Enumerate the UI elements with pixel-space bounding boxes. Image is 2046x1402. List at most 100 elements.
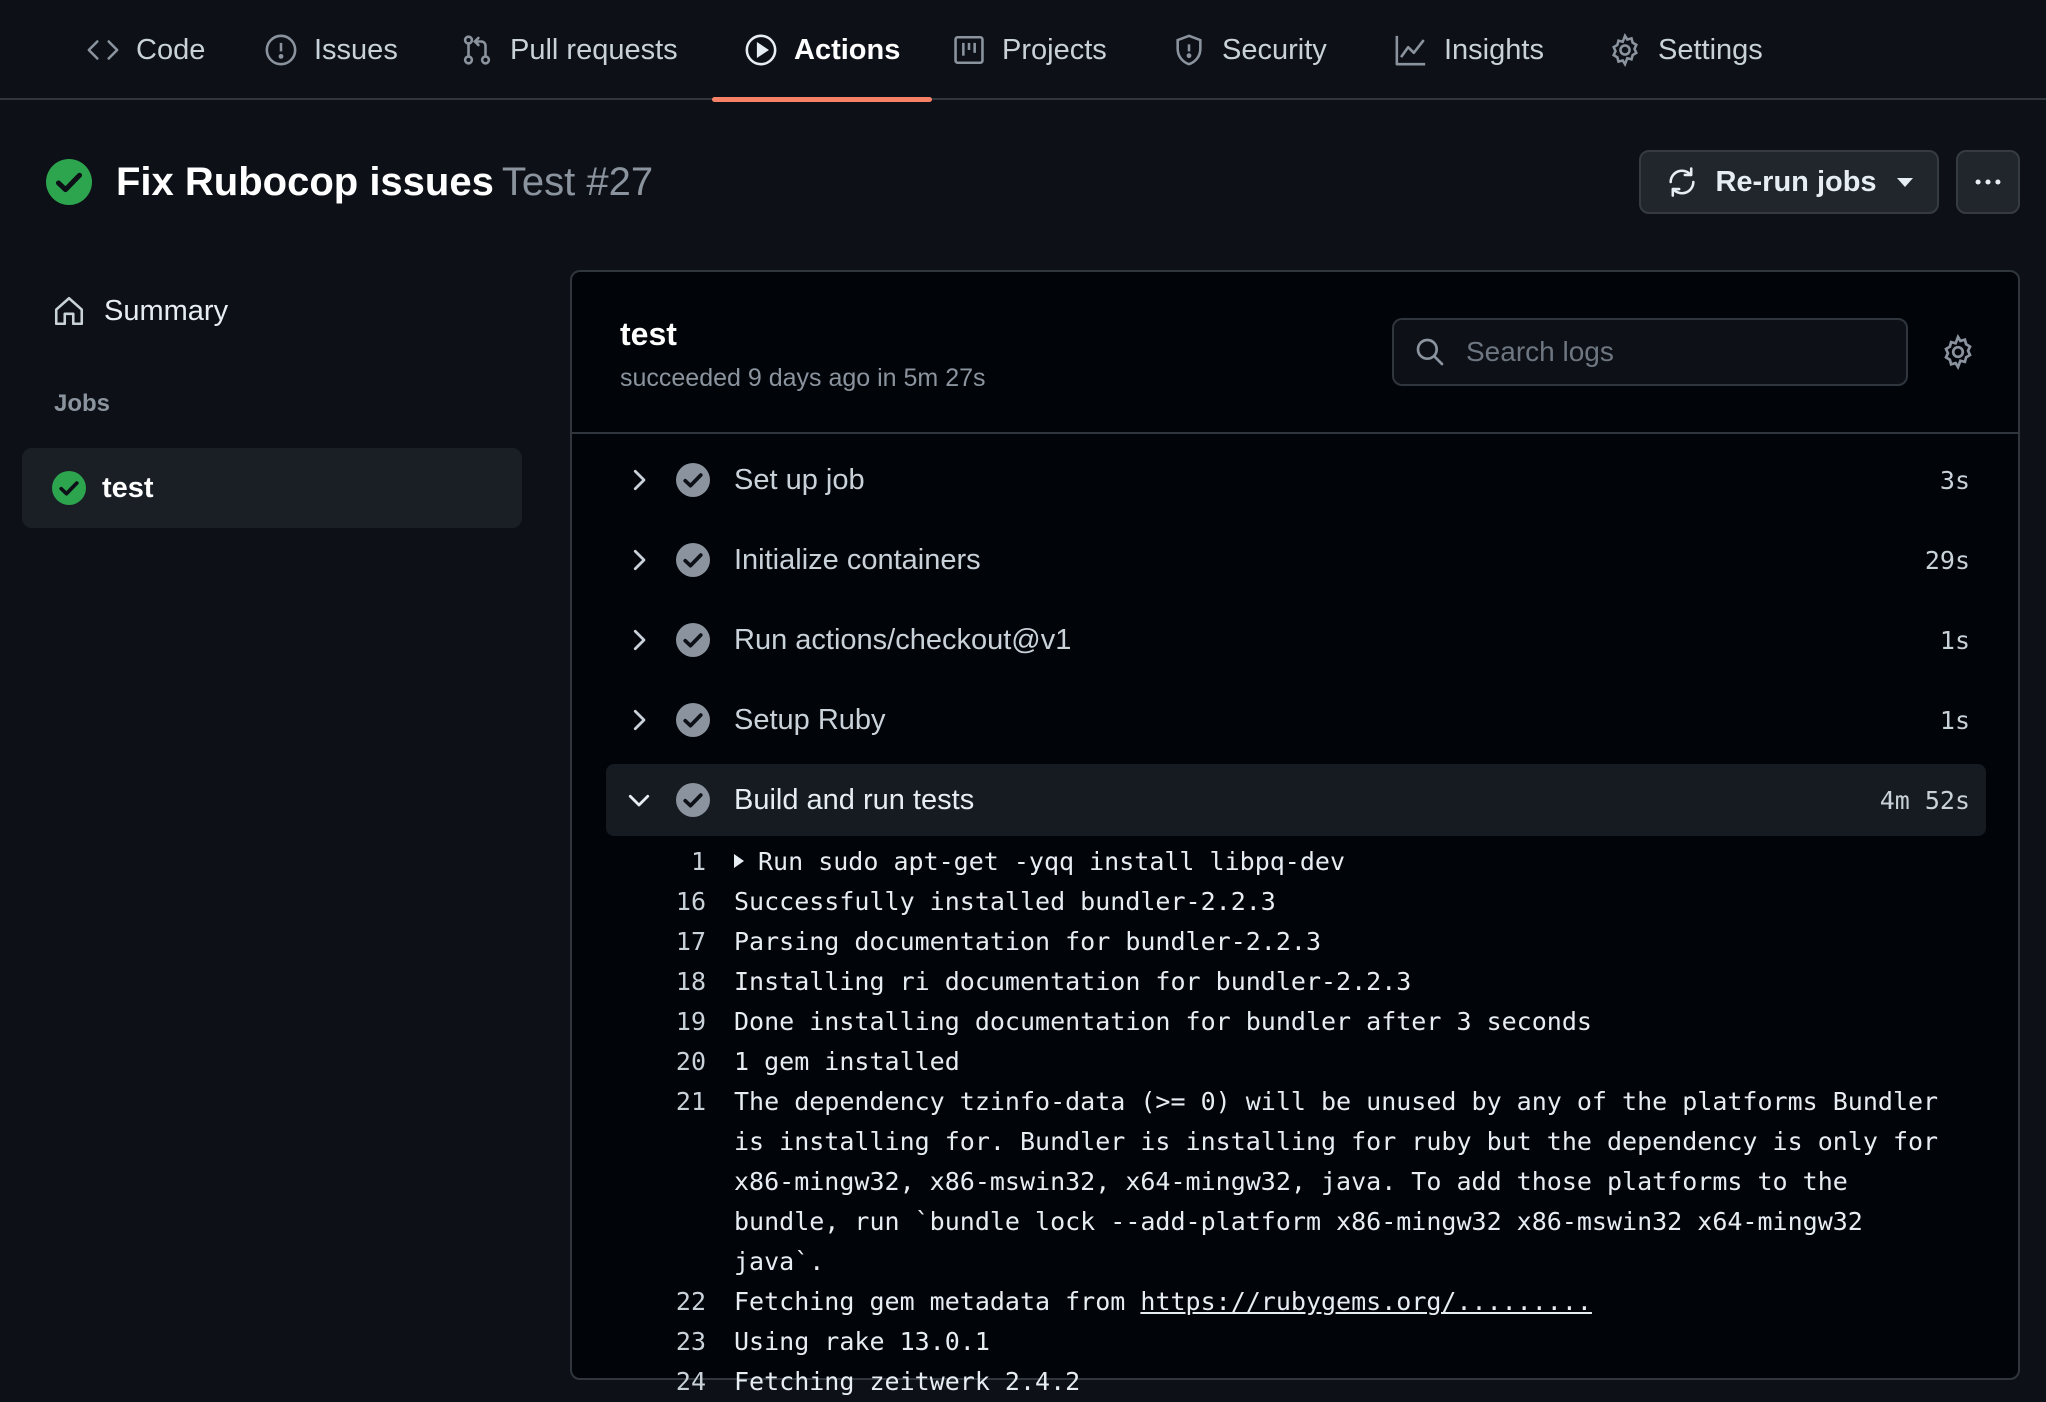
code-icon xyxy=(87,40,119,60)
expand-group-icon[interactable] xyxy=(734,854,744,868)
job-name: test xyxy=(620,316,677,352)
check-circle-success-icon xyxy=(46,159,92,205)
log-text: Fetching gem metadata from xyxy=(734,1287,1141,1316)
log-link[interactable]: https://rubygems.org/......... xyxy=(1140,1287,1592,1316)
check-circle-icon xyxy=(676,703,710,737)
log-text: Fetching zeitwerk 2.4.2 xyxy=(734,1367,1081,1396)
log-line-number[interactable]: 18 xyxy=(606,962,706,1002)
log-text: Parsing documentation for bundler-2.2.3 xyxy=(734,927,1321,956)
step-name: Build and run tests xyxy=(734,783,975,816)
log-line-text: Run sudo apt-get -yqq install libpq-dev xyxy=(734,842,1964,882)
chevron-right-icon xyxy=(633,709,646,731)
log-line-text: Fetching zeitwerk 2.4.2 xyxy=(734,1362,1964,1402)
sidebar-item-summary[interactable]: Summary xyxy=(22,278,522,344)
gear-icon xyxy=(1612,33,1638,67)
chevron-down-icon xyxy=(628,794,650,807)
step-row[interactable]: Set up job 3s xyxy=(606,444,1986,516)
rerun-jobs-button[interactable]: Re-run jobs xyxy=(1639,150,1939,214)
log-text: Done installing documentation for bundle… xyxy=(734,1007,1592,1036)
project-icon xyxy=(954,35,984,65)
log-line-number[interactable]: 19 xyxy=(606,1002,706,1042)
tab-insights-label: Insights xyxy=(1444,33,1544,66)
tab-settings-label: Settings xyxy=(1658,33,1763,66)
jobs-heading: Jobs xyxy=(54,390,111,417)
repo-nav: Code Issues Pull requests Actions Projec… xyxy=(0,0,2046,102)
check-circle-success-icon xyxy=(52,471,86,505)
step-duration: 29s xyxy=(1924,545,1970,575)
tab-code[interactable]: Code xyxy=(86,0,205,100)
step-name: Run actions/checkout@v1 xyxy=(734,623,1072,656)
tab-issues[interactable]: Issues xyxy=(264,0,398,100)
step-duration: 4m 52s xyxy=(1879,785,1970,815)
log-line-text: Successfully installed bundler-2.2.3 xyxy=(734,882,1964,922)
tab-settings[interactable]: Settings xyxy=(1608,0,1763,100)
step-row[interactable]: Run actions/checkout@v1 1s xyxy=(606,604,1986,676)
tab-pull-requests[interactable]: Pull requests xyxy=(460,0,678,100)
step-row[interactable]: Setup Ruby 1s xyxy=(606,684,1986,756)
step-name: Initialize containers xyxy=(734,543,981,576)
tab-actions[interactable]: Actions xyxy=(711,0,933,102)
chevron-right-icon xyxy=(633,469,646,491)
step-duration: 1s xyxy=(1939,705,1970,735)
tab-projects-label: Projects xyxy=(1002,33,1107,66)
pull-request-icon xyxy=(463,35,491,65)
log-text: Installing ri documentation for bundler-… xyxy=(734,967,1412,996)
sidebar-summary-label: Summary xyxy=(104,294,229,327)
log-line-text: Done installing documentation for bundle… xyxy=(734,1002,1964,1042)
log-line-number[interactable]: 24 xyxy=(606,1362,706,1402)
issue-opened-icon xyxy=(265,34,297,66)
run-header: Fix Rubocop issues Test #27 xyxy=(46,156,653,208)
step-row[interactable]: Build and run tests 4m 52s xyxy=(606,764,1986,836)
tab-actions-label: Actions xyxy=(794,33,901,66)
job-meta: succeeded 9 days ago in 5m 27s xyxy=(620,364,986,392)
log-line-text: 1 gem installed xyxy=(734,1042,1964,1082)
play-icon xyxy=(745,34,777,66)
log-line-number[interactable]: 21 xyxy=(606,1082,706,1122)
step-duration: 3s xyxy=(1939,465,1970,495)
log-text: Successfully installed bundler-2.2.3 xyxy=(734,887,1276,916)
run-title: Fix Rubocop issues xyxy=(116,159,494,204)
sync-icon xyxy=(1669,167,1696,197)
rerun-jobs-label: Re-run jobs xyxy=(1715,165,1877,198)
graph-icon xyxy=(1395,35,1426,66)
log-text: Run sudo apt-get -yqq install libpq-dev xyxy=(758,847,1345,876)
step-name: Setup Ruby xyxy=(734,703,886,736)
tab-security[interactable]: Security xyxy=(1172,0,1327,100)
sidebar-item-job-test[interactable]: test xyxy=(22,448,522,528)
home-icon xyxy=(54,296,84,326)
log-line-text: Using rake 13.0.1 xyxy=(734,1322,1964,1362)
log-line-text: The dependency tzinfo-data (>= 0) will b… xyxy=(734,1082,1964,1282)
check-circle-icon xyxy=(676,543,710,577)
tab-projects[interactable]: Projects xyxy=(952,0,1107,100)
run-subtitle: Test #27 xyxy=(501,159,654,204)
tab-issues-label: Issues xyxy=(314,33,398,66)
sidebar-job-label: test xyxy=(102,471,154,504)
triangle-down-icon xyxy=(1896,177,1913,187)
log-line-number[interactable]: 20 xyxy=(606,1042,706,1082)
tab-code-label: Code xyxy=(136,33,206,66)
tab-pull-requests-label: Pull requests xyxy=(510,33,678,66)
search-logs-field[interactable] xyxy=(1392,318,1908,386)
check-circle-icon xyxy=(676,783,710,817)
log-text: The dependency tzinfo-data (>= 0) will b… xyxy=(734,1087,1954,1276)
step-duration: 1s xyxy=(1939,625,1970,655)
kebab-horizontal-icon xyxy=(1975,179,2001,185)
tab-insights[interactable]: Insights xyxy=(1394,0,1544,100)
log-line-number[interactable]: 22 xyxy=(606,1282,706,1322)
check-circle-icon xyxy=(676,623,710,657)
step-row[interactable]: Initialize containers 29s xyxy=(606,524,1986,596)
log-line-number[interactable]: 1 xyxy=(606,842,706,882)
search-icon xyxy=(1416,338,1444,366)
tab-security-label: Security xyxy=(1222,33,1327,66)
log-line-text: Installing ri documentation for bundler-… xyxy=(734,962,1964,1002)
search-logs-input[interactable] xyxy=(1464,335,1888,369)
chevron-right-icon xyxy=(633,629,646,651)
log-line-number[interactable]: 23 xyxy=(606,1322,706,1362)
log-line-number[interactable]: 17 xyxy=(606,922,706,962)
log-line-number[interactable]: 16 xyxy=(606,882,706,922)
log-line-text: Parsing documentation for bundler-2.2.3 xyxy=(734,922,1964,962)
more-options-button[interactable] xyxy=(1956,150,2020,214)
log-settings-gear-icon[interactable] xyxy=(1940,334,1976,370)
job-log-panel: test succeeded 9 days ago in 5m 27s Set … xyxy=(570,270,2020,1396)
step-name: Set up job xyxy=(734,463,865,496)
